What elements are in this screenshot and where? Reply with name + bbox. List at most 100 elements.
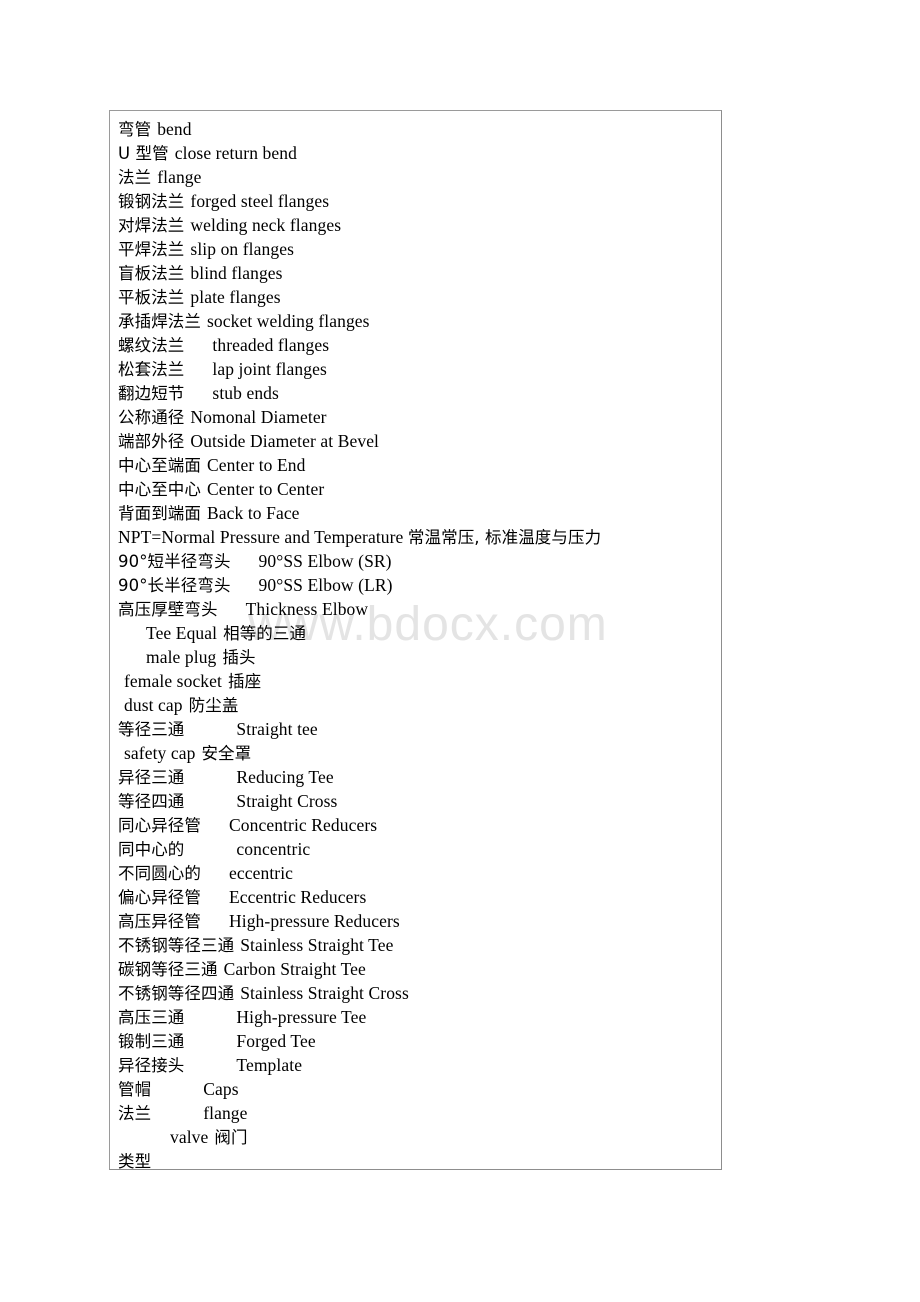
- term-english: stub ends: [212, 383, 279, 403]
- term-english: dust cap: [124, 695, 183, 715]
- glossary-row: 中心至中心 Center to Center: [118, 477, 721, 501]
- term-english: Straight Cross: [236, 791, 338, 811]
- glossary-row: 不锈钢等径三通 Stainless Straight Tee: [118, 933, 721, 957]
- term-english: Thickness Elbow: [245, 599, 369, 619]
- glossary-row: safety cap 安全罩: [118, 741, 721, 765]
- term-english: Back to Face: [207, 503, 300, 523]
- term-chinese-trailing: 防尘盖: [188, 696, 239, 715]
- term-chinese: 盲板法兰: [118, 264, 185, 283]
- glossary-row: 90°短半径弯头 90°SS Elbow (SR): [118, 549, 721, 573]
- glossary-table-cell: 弯管 bend U 型管 close return bend 法兰 flange 锻钢法兰 f…: [110, 111, 721, 1171]
- glossary-row: 90°长半径弯头 90°SS Elbow (LR): [118, 573, 721, 597]
- term-chinese: 翻边短节: [118, 384, 185, 403]
- glossary-row: 异径三通 Reducing Tee: [118, 765, 721, 789]
- term-english: blind flanges: [190, 263, 283, 283]
- term-chinese: 管帽: [118, 1080, 152, 1099]
- glossary-row: 偏心异径管 Eccentric Reducers: [118, 885, 721, 909]
- term-chinese: 高压厚壁弯头: [118, 600, 218, 619]
- term-chinese: 平焊法兰: [118, 240, 185, 259]
- term-chinese: 不同圆心的: [118, 864, 201, 883]
- term-chinese: 不锈钢等径三通: [118, 936, 235, 955]
- glossary-row: 螺纹法兰 threaded flanges: [118, 333, 721, 357]
- term-english: Concentric Reducers: [229, 815, 378, 835]
- term-chinese-trailing: 安全罩: [201, 744, 252, 763]
- term-chinese: 中心至中心: [118, 480, 201, 499]
- term-chinese: 碳钢等径三通: [118, 960, 218, 979]
- term-english: Center to End: [207, 455, 306, 475]
- term-english: Straight tee: [236, 719, 318, 739]
- term-chinese: 公称通径: [118, 408, 185, 427]
- term-english: close return bend: [174, 143, 297, 163]
- glossary-row: 公称通径 Nomonal Diameter: [118, 405, 721, 429]
- term-english: socket welding flanges: [207, 311, 370, 331]
- term-chinese: 异径三通: [118, 768, 185, 787]
- term-chinese: 法兰: [118, 1104, 152, 1123]
- term-chinese-trailing: 插头: [222, 648, 256, 667]
- term-chinese-trailing: 阀门: [214, 1128, 248, 1147]
- term-chinese: 等径三通: [118, 720, 185, 739]
- term-chinese: 法兰: [118, 168, 152, 187]
- term-english: Reducing Tee: [236, 767, 334, 787]
- term-chinese: 90°长半径弯头: [118, 576, 231, 595]
- term-english: valve: [170, 1127, 209, 1147]
- glossary-row: 弯管 bend: [118, 117, 721, 141]
- glossary-row: 碳钢等径三通 Carbon Straight Tee: [118, 957, 721, 981]
- term-chinese: 承插焊法兰: [118, 312, 201, 331]
- term-chinese: U 型管: [118, 144, 169, 163]
- glossary-row: 平焊法兰 slip on flanges: [118, 237, 721, 261]
- term-english: 90°SS Elbow (LR): [258, 575, 393, 595]
- document-page: www.bdocx.com 弯管 bend U 型管 close return ben…: [0, 0, 920, 1302]
- term-chinese: 异径接头: [118, 1056, 185, 1075]
- term-english: concentric: [236, 839, 311, 859]
- glossary-row: 异径接头 Template: [118, 1053, 721, 1077]
- glossary-row: U 型管 close return bend: [118, 141, 721, 165]
- glossary-row: 对焊法兰 welding neck flanges: [118, 213, 721, 237]
- term-english: bend: [157, 119, 192, 139]
- glossary-row: 不同圆心的 eccentric: [118, 861, 721, 885]
- glossary-row: 等径三通 Straight tee: [118, 717, 721, 741]
- term-chinese: 类型: [118, 1152, 152, 1171]
- glossary-row: 法兰 flange: [118, 1101, 721, 1125]
- term-english: Tee Equal: [146, 623, 218, 643]
- glossary-row: female socket 插座: [118, 669, 721, 693]
- glossary-row: 法兰 flange: [118, 165, 721, 189]
- term-english: Outside Diameter at Bevel: [190, 431, 380, 451]
- glossary-row: 盲板法兰 blind flanges: [118, 261, 721, 285]
- glossary-row: 中心至端面 Center to End: [118, 453, 721, 477]
- term-english: Caps: [203, 1079, 239, 1099]
- term-chinese: 松套法兰: [118, 360, 185, 379]
- term-english: 90°SS Elbow (SR): [258, 551, 392, 571]
- term-english: Stainless Straight Cross: [240, 983, 409, 1003]
- term-chinese: 端部外径: [118, 432, 185, 451]
- term-chinese: 高压异径管: [118, 912, 201, 931]
- term-english: female socket: [124, 671, 222, 691]
- term-chinese-trailing: 常温常压, 标准温度与压力: [407, 528, 602, 547]
- glossary-table: 弯管 bend U 型管 close return bend 法兰 flange 锻钢法兰 f…: [109, 110, 722, 1171]
- term-english: welding neck flanges: [190, 215, 342, 235]
- glossary-row: 背面到端面 Back to Face: [118, 501, 721, 525]
- term-english: eccentric: [229, 863, 294, 883]
- glossary-row: 锻制三通 Forged Tee: [118, 1029, 721, 1053]
- term-english: Eccentric Reducers: [229, 887, 367, 907]
- glossary-row: valve 阀门: [118, 1125, 721, 1149]
- term-chinese: 平板法兰: [118, 288, 185, 307]
- term-english: Stainless Straight Tee: [240, 935, 394, 955]
- term-english: High-pressure Reducers: [229, 911, 400, 931]
- glossary-row: 高压三通 High-pressure Tee: [118, 1005, 721, 1029]
- term-english: plate flanges: [190, 287, 281, 307]
- glossary-row: 翻边短节 stub ends: [118, 381, 721, 405]
- term-english: slip on flanges: [190, 239, 294, 259]
- term-english: forged steel flanges: [190, 191, 330, 211]
- glossary-row: 高压厚壁弯头 Thickness Elbow: [118, 597, 721, 621]
- glossary-row: 类型: [118, 1149, 721, 1173]
- glossary-row: 同中心的 concentric: [118, 837, 721, 861]
- term-chinese-trailing: 插座: [228, 672, 262, 691]
- glossary-row: male plug 插头: [118, 645, 721, 669]
- term-chinese: 锻制三通: [118, 1032, 185, 1051]
- glossary-row: Tee Equal 相等的三通: [118, 621, 721, 645]
- term-chinese: 90°短半径弯头: [118, 552, 231, 571]
- glossary-row: 端部外径 Outside Diameter at Bevel: [118, 429, 721, 453]
- term-chinese: 锻钢法兰: [118, 192, 185, 211]
- glossary-row: dust cap 防尘盖: [118, 693, 721, 717]
- term-chinese: 螺纹法兰: [118, 336, 185, 355]
